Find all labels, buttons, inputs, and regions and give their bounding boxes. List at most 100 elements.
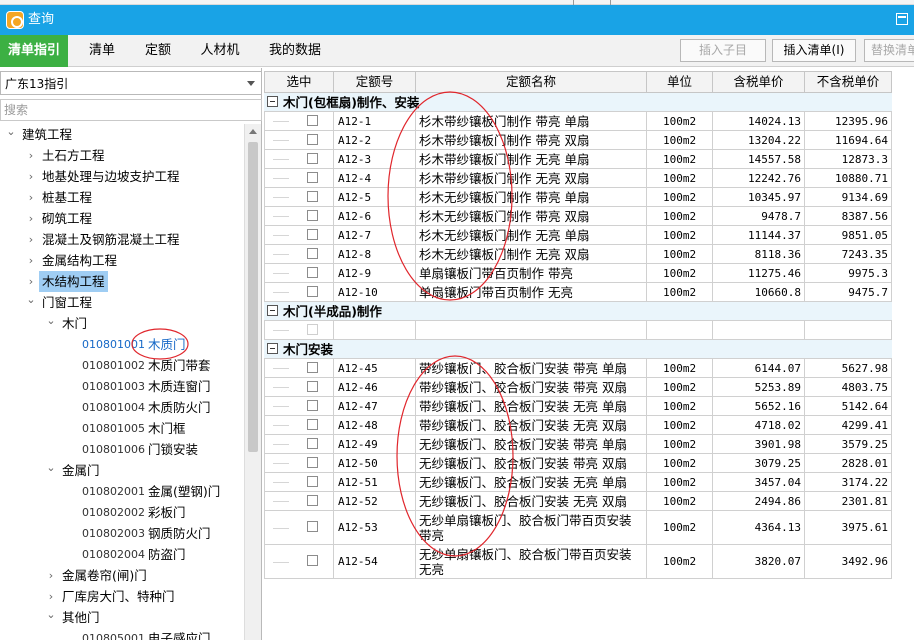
tree-leaf-item[interactable]: 010801004 木质防火门 [0,397,244,418]
tree-node[interactable]: ⌄ 建筑工程 [0,124,244,145]
select-cell[interactable] [264,397,334,416]
tree-leaf-item[interactable]: 010805001 电子感应门 [0,628,244,640]
row-checkbox[interactable] [307,438,318,449]
row-checkbox[interactable] [307,286,318,297]
section-header[interactable]: 木门(半成品)制作 [264,302,892,321]
tree-node[interactable]: ⌄ 其他门 [0,607,244,628]
tree-leaf-item[interactable]: 010802002 彩板门 [0,502,244,523]
search-input[interactable] [0,99,262,121]
scroll-thumb[interactable] [248,142,258,452]
row-checkbox[interactable] [307,521,318,532]
tree-scrollbar[interactable] [244,124,261,640]
select-cell[interactable] [264,207,334,226]
tree-leaf-item[interactable]: 010801006 门锁安装 [0,439,244,460]
table-row[interactable]: A12-3 杉木带纱镶板门制作 无亮 单扇 100m2 14557.58 12873.3 [264,150,892,169]
table-row[interactable]: A12-1 杉木带纱镶板门制作 带亮 单扇 100m2 14024.13 12395.9… [264,112,892,131]
table-row[interactable]: A12-47 带纱镶板门、胶合板门安装 无亮 单扇 100m2 5652.16 5142… [264,397,892,416]
chevron-right-icon[interactable]: › [26,229,36,250]
chevron-down-icon[interactable]: ⌄ [26,289,36,310]
section-header[interactable]: 木门(包框扇)制作、安装 [264,93,892,112]
tree-node[interactable]: ⌄ 金属门 [0,460,244,481]
table-row[interactable]: A12-48 带纱镶板门、胶合板门安装 无亮 双扇 100m2 4718.02 4299… [264,416,892,435]
tab-list[interactable]: 清单 [78,35,126,67]
table-row[interactable]: A12-45 带纱镶板门、胶合板门安装 带亮 单扇 100m2 6144.07 5627… [264,359,892,378]
row-checkbox[interactable] [307,495,318,506]
chevron-down-icon[interactable]: ⌄ [46,604,56,625]
tab-labor-material-machine[interactable]: 人材机 [190,35,250,67]
scroll-up-icon[interactable] [249,129,257,134]
table-row[interactable]: A12-6 杉木无纱镶板门制作 带亮 双扇 100m2 9478.7 8387.56 [264,207,892,226]
select-cell[interactable] [264,321,334,340]
select-cell[interactable] [264,150,334,169]
row-checkbox[interactable] [307,555,318,566]
insert-list-button[interactable]: 插入清单(I) [772,39,856,62]
select-cell[interactable] [264,112,334,131]
tree-leaf-item[interactable]: 010802004 防盗门 [0,544,244,565]
tree-node[interactable]: › 木结构工程 [0,271,244,292]
header-quota-name[interactable]: 定额名称 [416,71,647,93]
select-cell[interactable] [264,245,334,264]
select-cell[interactable] [264,511,334,545]
insert-child-button[interactable]: 插入子目 [680,39,766,62]
tree-node[interactable]: › 桩基工程 [0,187,244,208]
tree-node[interactable]: › 混凝土及钢筋混凝土工程 [0,229,244,250]
table-row[interactable]: A12-50 无纱镶板门、胶合板门安装 带亮 双扇 100m2 3079.25 2828… [264,454,892,473]
row-checkbox[interactable] [307,210,318,221]
row-checkbox[interactable] [307,419,318,430]
chevron-down-icon[interactable]: ⌄ [46,310,56,331]
guide-dropdown[interactable]: 广东13指引 [0,71,262,95]
collapse-icon[interactable] [267,343,278,354]
tree-node[interactable]: › 金属卷帘(闸)门 [0,565,244,586]
header-price-notax[interactable]: 不含税单价 [805,71,892,93]
tree-node[interactable]: › 金属结构工程 [0,250,244,271]
table-row[interactable]: A12-10 单扇镶板门带百页制作 无亮 100m2 10660.8 9475.7 [264,283,892,302]
select-cell[interactable] [264,283,334,302]
chevron-down-icon[interactable]: ⌄ [6,124,16,142]
chevron-right-icon[interactable]: › [26,145,36,166]
select-cell[interactable] [264,131,334,150]
chevron-right-icon[interactable]: › [26,166,36,187]
chevron-right-icon[interactable]: › [46,565,56,586]
header-quota-code[interactable]: 定额号 [334,71,416,93]
collapse-icon[interactable] [267,96,278,107]
table-row[interactable]: A12-49 无纱镶板门、胶合板门安装 带亮 单扇 100m2 3901.98 3579… [264,435,892,454]
section-header[interactable]: 木门安装 [264,340,892,359]
tree-node[interactable]: › 砌筑工程 [0,208,244,229]
tree-node[interactable]: › 地基处理与边坡支护工程 [0,166,244,187]
row-checkbox[interactable] [307,476,318,487]
header-select[interactable]: 选中 [264,71,334,93]
select-cell[interactable] [264,435,334,454]
select-cell[interactable] [264,169,334,188]
tree-leaf-item[interactable]: 010802001 金属(塑钢)门 [0,481,244,502]
tree-node[interactable]: › 厂库房大门、特种门 [0,586,244,607]
table-row[interactable]: A12-51 无纱镶板门、胶合板门安装 无亮 单扇 100m2 3457.04 3174… [264,473,892,492]
chevron-down-icon[interactable]: ⌄ [46,457,56,478]
collapse-icon[interactable] [267,305,278,316]
select-cell[interactable] [264,359,334,378]
tree-node[interactable]: › 土石方工程 [0,145,244,166]
table-row[interactable]: A12-7 杉木无纱镶板门制作 无亮 单扇 100m2 11144.37 9851.05 [264,226,892,245]
tree-node[interactable]: ⌄ 门窗工程 [0,292,244,313]
table-row[interactable]: A12-53 无纱单扇镶板门、胶合板门带百页安装 带亮 100m2 4364.13 39… [264,511,892,545]
table-row[interactable]: A12-46 带纱镶板门、胶合板门安装 带亮 双扇 100m2 5253.89 4803… [264,378,892,397]
row-checkbox[interactable] [307,115,318,126]
select-cell[interactable] [264,545,334,579]
row-checkbox[interactable] [307,324,318,335]
select-cell[interactable] [264,473,334,492]
tab-quota[interactable]: 定额 [134,35,182,67]
table-row[interactable]: A12-2 杉木带纱镶板门制作 带亮 双扇 100m2 13204.22 11694.6… [264,131,892,150]
select-cell[interactable] [264,188,334,207]
tree-leaf-item[interactable]: 010801002 木质门带套 [0,355,244,376]
select-cell[interactable] [264,226,334,245]
row-checkbox[interactable] [307,248,318,259]
row-checkbox[interactable] [307,134,318,145]
row-checkbox[interactable] [307,229,318,240]
row-checkbox[interactable] [307,267,318,278]
tree-leaf-item[interactable]: 010802003 钢质防火门 [0,523,244,544]
row-checkbox[interactable] [307,400,318,411]
row-checkbox[interactable] [307,457,318,468]
table-row[interactable]: A12-52 无纱镶板门、胶合板门安装 无亮 双扇 100m2 2494.86 2301… [264,492,892,511]
tree-leaf-item[interactable]: 010801001 木质门 [0,334,244,355]
chevron-right-icon[interactable]: › [26,250,36,271]
minimize-icon[interactable] [896,13,908,25]
